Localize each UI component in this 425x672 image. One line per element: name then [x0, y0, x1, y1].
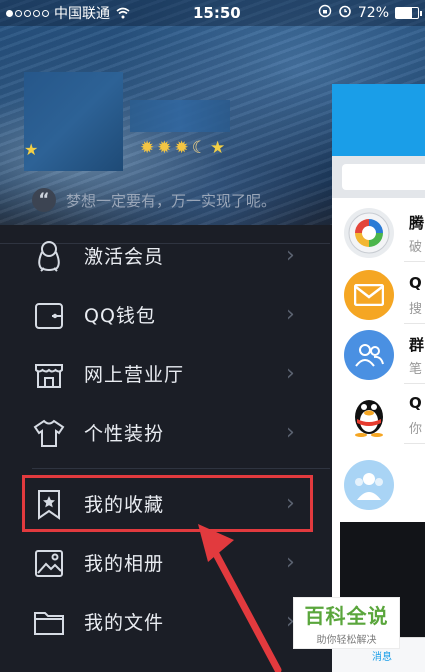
chat-preview: 破 [409, 240, 423, 255]
chat-row[interactable]: Q 搜 [332, 264, 425, 324]
menu-item-online-hall[interactable]: 网上营业厅 › [0, 344, 330, 403]
chat-pane-header [332, 84, 425, 156]
chat-title: Q [409, 274, 422, 292]
chevron-right-icon: › [286, 361, 295, 386]
menu-item-activate-membership[interactable]: 激活会员 › [0, 226, 330, 285]
moon-icon: ☾ [191, 138, 207, 158]
chat-title: 腾 [409, 214, 425, 232]
store-icon [32, 357, 66, 391]
menu-item-label: 网上营业厅 [84, 364, 185, 386]
chat-title: Q [409, 394, 422, 412]
menu-item-personalize[interactable]: 个性装扮 › [0, 403, 330, 462]
star-icon: ★ [210, 138, 226, 158]
menu-item-label: 个性装扮 [84, 423, 165, 445]
search-input[interactable] [342, 164, 425, 190]
folder-icon [32, 605, 66, 639]
chat-preview: 你 [409, 422, 423, 437]
nickname[interactable] [130, 100, 230, 132]
avatar[interactable] [24, 72, 123, 171]
search-bar [332, 156, 425, 198]
mail-icon [344, 270, 394, 320]
contacts-icon [344, 460, 394, 510]
signature-text: 梦想一定要有，万一实现了呢。 [66, 191, 277, 210]
signal-strength-icon [6, 9, 49, 17]
chevron-right-icon: › [286, 420, 295, 445]
chat-pane[interactable]: 腾 破 Q 搜 群 笔 Q 你 消息 [332, 84, 425, 672]
chat-preview: 笔 [409, 362, 423, 377]
menu-item-label: QQ钱包 [84, 305, 156, 327]
menu-item-label: 我的相册 [84, 553, 165, 575]
menu-item-qq-wallet[interactable]: QQ钱包 › [0, 285, 330, 344]
qq-penguin-icon [344, 390, 394, 440]
menu-divider [32, 468, 330, 469]
watermark-title: 百科全说 [304, 604, 389, 628]
carrier-name: 中国联通 [54, 6, 110, 22]
photo-icon [32, 546, 66, 580]
level-icons[interactable]: ✹ ✹ ✹ ☾ ★ [140, 138, 225, 158]
wifi-icon [116, 7, 130, 19]
rotation-lock-icon [318, 4, 332, 22]
tshirt-icon [32, 416, 66, 450]
group-icon [344, 330, 394, 380]
drawer-menu: 激活会员 › QQ钱包 › 网上营业厅 › 个性装扮 › [0, 226, 330, 462]
signature[interactable]: “ 梦想一定要有，万一实现了呢。 [32, 188, 276, 212]
wallet-icon [32, 298, 66, 332]
watermark: 百科全说 助你轻松解决 [293, 597, 400, 649]
sun-icon: ✹ [157, 138, 172, 158]
status-bar: 中国联通 15:50 72% [0, 0, 425, 26]
quote-icon: “ [32, 188, 56, 212]
news-icon [344, 208, 394, 258]
sun-icon: ✹ [174, 138, 189, 158]
alarm-icon [338, 4, 352, 22]
chevron-right-icon: › [286, 302, 295, 327]
chat-row[interactable]: 群 笔 [332, 324, 425, 384]
menu-item-label: 我的文件 [84, 612, 165, 634]
star-icon: ★ [24, 140, 39, 159]
chat-row[interactable]: 腾 破 [332, 202, 425, 262]
chat-title: 群 [409, 336, 425, 354]
chat-preview: 搜 [409, 302, 423, 317]
battery-percent: 72% [357, 5, 389, 21]
clock: 15:50 [193, 4, 241, 22]
battery-icon [395, 7, 422, 19]
menu-item-label: 激活会员 [84, 246, 165, 268]
chat-row[interactable]: Q 你 [332, 384, 425, 444]
watermark-subtitle: 助你轻松解决 [316, 635, 377, 646]
tab-messages[interactable]: 消息 [372, 648, 392, 663]
penguin-icon [32, 239, 66, 273]
arrow-pointer-icon [198, 524, 282, 672]
chevron-right-icon: › [286, 243, 295, 268]
sun-icon: ✹ [140, 138, 155, 158]
chat-row[interactable] [332, 454, 425, 514]
